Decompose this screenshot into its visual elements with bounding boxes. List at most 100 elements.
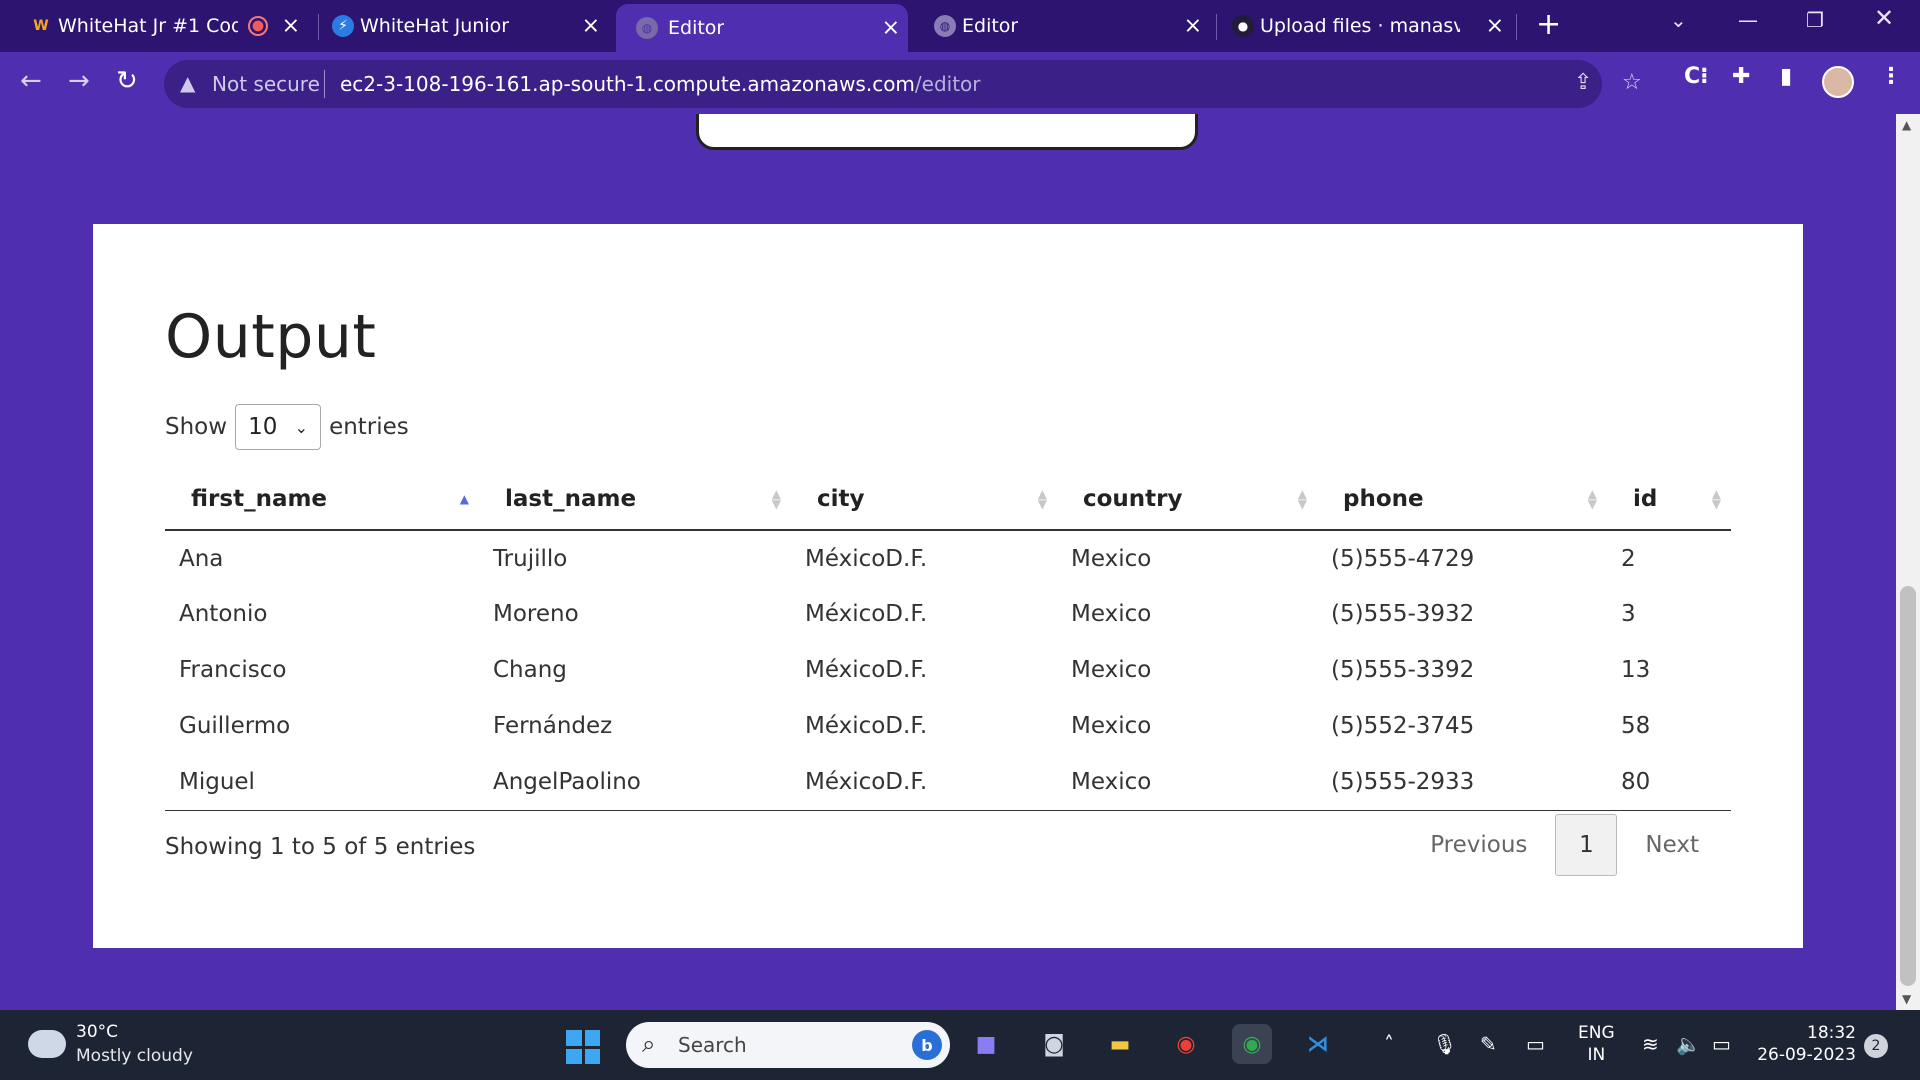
cell-first-name: Guillermo xyxy=(179,713,291,739)
tab-divider xyxy=(1216,14,1217,40)
next-button[interactable]: Next xyxy=(1617,832,1727,858)
tab-whitehat-coding[interactable]: W WhiteHat Jr #1 Codin × xyxy=(30,6,308,46)
column-header-city[interactable]: city ▲ ▼ xyxy=(791,468,1057,531)
camera-icon[interactable]: ◙ xyxy=(1034,1024,1074,1064)
side-panel-icon[interactable]: ▮ xyxy=(1780,64,1792,89)
editor-panel-edge xyxy=(696,114,1198,150)
scroll-up-arrow-icon[interactable]: ▲ xyxy=(1902,118,1911,132)
system-clock[interactable]: 18:32 26-09-2023 xyxy=(1756,1022,1856,1066)
url-host: ec2-3-108-196-161.ap-south-1.compute.ama… xyxy=(340,72,915,96)
notification-badge[interactable]: 2 xyxy=(1864,1034,1888,1058)
tab-divider xyxy=(318,14,319,40)
entries-select[interactable]: 10 ⌄ xyxy=(235,404,322,450)
language-code: ENG xyxy=(1578,1023,1615,1043)
warning-triangle-icon[interactable]: ▲ xyxy=(180,71,195,95)
windows-start-icon[interactable] xyxy=(566,1030,600,1064)
bing-icon[interactable]: b xyxy=(912,1030,942,1060)
window-close-icon[interactable]: ✕ xyxy=(1874,4,1894,32)
previous-button[interactable]: Previous xyxy=(1402,832,1555,858)
clock-date: 26-09-2023 xyxy=(1757,1045,1856,1065)
extension-c-icon[interactable]: C⁝ xyxy=(1684,64,1709,89)
taskbar-search[interactable]: ⌕ Search b xyxy=(626,1022,950,1068)
cell-id: 80 xyxy=(1607,754,1731,811)
search-icon: ⌕ xyxy=(642,1030,656,1058)
reload-icon[interactable]: ↻ xyxy=(116,66,138,96)
microphone-icon[interactable]: 🎙 xyxy=(1432,1032,1457,1056)
tab-strip: W WhiteHat Jr #1 Codin × ⚡ WhiteHat Juni… xyxy=(0,0,1920,52)
cell-id: 58 xyxy=(1621,713,1651,739)
tab-editor-active[interactable]: ◍ Editor × xyxy=(616,4,908,52)
close-icon[interactable]: × xyxy=(582,14,600,39)
share-icon[interactable]: ⇪ xyxy=(1574,70,1592,95)
weather-description[interactable]: Mostly cloudy xyxy=(76,1046,193,1066)
table-header-row: first_name ▲ last_name ▲ ▼ city ▲ ▼ countr… xyxy=(165,468,1731,531)
tab-editor[interactable]: ◍ Editor × xyxy=(934,6,1210,46)
restore-icon[interactable]: ❐ xyxy=(1806,8,1824,32)
battery-icon[interactable]: ▭ xyxy=(1712,1032,1731,1056)
table-info-text: Showing 1 to 5 of 5 entries xyxy=(165,834,476,860)
chrome-icon[interactable]: ◉ xyxy=(1166,1024,1206,1064)
tab-title: Editor xyxy=(962,15,1019,37)
tab-title: WhiteHat Jr #1 Codin xyxy=(58,15,238,37)
page-button-current[interactable]: 1 xyxy=(1555,814,1618,876)
cell-first-name: Ana xyxy=(179,545,224,572)
chevron-up-icon[interactable]: ˄ xyxy=(1384,1032,1394,1056)
volume-icon[interactable]: 🔈 xyxy=(1676,1032,1701,1056)
file-explorer-icon[interactable]: ▬ xyxy=(1100,1024,1140,1064)
scroll-down-arrow-icon[interactable]: ▼ xyxy=(1902,992,1911,1006)
close-icon[interactable]: × xyxy=(1486,14,1504,39)
cell-phone: (5)555-3392 xyxy=(1331,657,1475,683)
tab-whitehat-junior[interactable]: ⚡ WhiteHat Junior × xyxy=(332,6,608,46)
minimize-icon[interactable]: — xyxy=(1738,8,1758,32)
cloud-weather-icon[interactable] xyxy=(28,1030,66,1058)
scrollbar-thumb[interactable] xyxy=(1900,586,1916,986)
cell-id: 3 xyxy=(1621,601,1636,627)
column-header-label: phone xyxy=(1343,485,1424,512)
keyboard-icon[interactable]: ▭ xyxy=(1526,1032,1545,1056)
column-header-first-name[interactable]: first_name ▲ xyxy=(165,468,479,531)
cell-last-name: Moreno xyxy=(493,601,579,627)
entries-select-value: 10 xyxy=(248,414,278,440)
weather-temperature[interactable]: 30°C xyxy=(76,1022,118,1042)
pen-icon[interactable]: ✎ xyxy=(1480,1032,1497,1056)
teams-chat-icon[interactable]: ■ xyxy=(966,1024,1006,1064)
column-header-phone[interactable]: phone ▲ ▼ xyxy=(1317,468,1607,531)
menu-kebab-icon[interactable]: ⋮ xyxy=(1880,64,1902,89)
cell-id: 13 xyxy=(1621,657,1651,683)
address-bar[interactable]: ▲ Not secure ec2-3-108-196-161.ap-south-… xyxy=(164,60,1642,108)
language-indicator[interactable]: ENG IN xyxy=(1578,1022,1615,1066)
close-icon[interactable]: × xyxy=(282,14,300,39)
url-text[interactable]: ec2-3-108-196-161.ap-south-1.compute.ama… xyxy=(340,72,981,96)
close-icon[interactable]: × xyxy=(1184,14,1202,39)
wifi-icon[interactable]: ≋ xyxy=(1642,1032,1659,1056)
cell-last-name: Trujillo xyxy=(493,545,568,572)
back-arrow-icon[interactable]: ← xyxy=(20,66,42,96)
profile-avatar[interactable] xyxy=(1822,66,1854,98)
whitehat-junior-icon: ⚡ xyxy=(332,15,354,37)
column-header-country[interactable]: country ▲ ▼ xyxy=(1057,468,1317,531)
cell-city: MéxicoD.F. xyxy=(805,601,928,627)
vscode-icon[interactable]: ⋊ xyxy=(1298,1024,1338,1064)
cell-phone: (5)555-3932 xyxy=(1331,601,1475,627)
security-label[interactable]: Not secure xyxy=(212,72,320,96)
close-icon[interactable]: × xyxy=(882,16,900,41)
cell-first-name: Francisco xyxy=(179,657,287,683)
cell-phone: (5)555-2933 xyxy=(1317,754,1607,811)
sort-both-icon: ▲ ▼ xyxy=(1711,486,1721,511)
extensions-puzzle-icon[interactable]: ✚ xyxy=(1732,64,1750,89)
cell-first-name: Miguel xyxy=(165,754,479,811)
new-tab-plus-icon[interactable]: + xyxy=(1536,10,1561,40)
cell-first-name: Antonio xyxy=(179,601,268,627)
output-card: Output Show 10 ⌄ entries first_name ▲ la… xyxy=(93,224,1803,948)
column-header-id[interactable]: id ▲ ▼ xyxy=(1607,468,1731,531)
tab-github-upload[interactable]: ● Upload files · manasvijain × xyxy=(1232,6,1512,46)
table-row: Ana Trujillo MéxicoD.F. Mexico (5)555-47… xyxy=(165,530,1731,586)
tab-search-chevron-icon[interactable]: ⌄ xyxy=(1670,8,1687,32)
chrome-profile-icon[interactable]: ◉ xyxy=(1232,1024,1272,1064)
bookmark-star-icon[interactable]: ☆ xyxy=(1622,70,1642,95)
cell-city: MéxicoD.F. xyxy=(791,754,1057,811)
column-header-last-name[interactable]: last_name ▲ ▼ xyxy=(479,468,791,531)
page-scrollbar[interactable]: ▲ ▼ xyxy=(1896,114,1920,1010)
forward-arrow-icon[interactable]: → xyxy=(68,66,90,96)
column-header-label: id xyxy=(1633,485,1658,512)
